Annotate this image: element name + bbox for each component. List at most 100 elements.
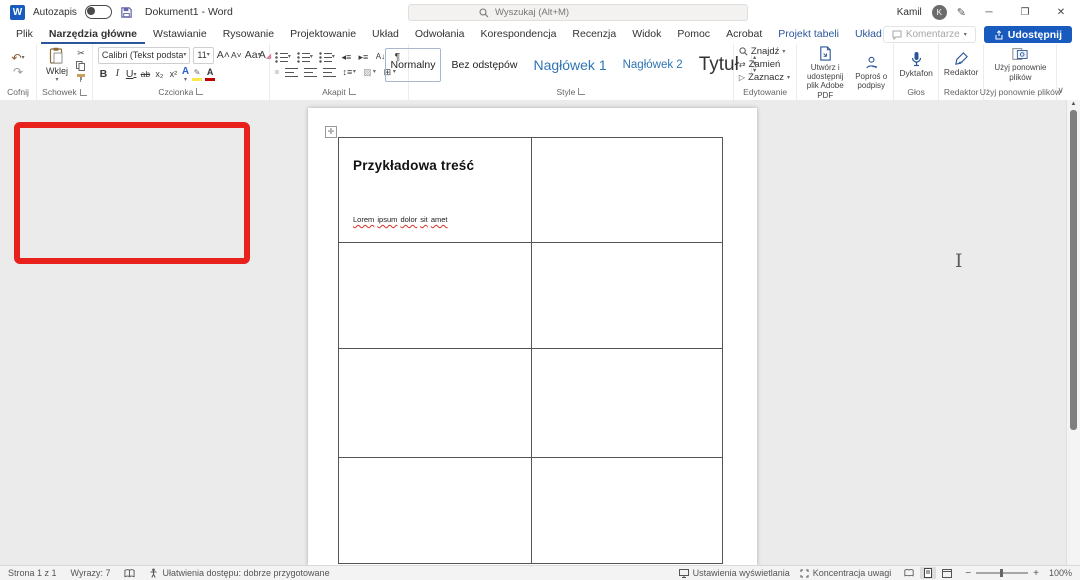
word-count[interactable]: Wyrazy: 7 bbox=[71, 568, 111, 578]
find-button[interactable]: Znajdź▾ bbox=[739, 46, 790, 57]
comments-button[interactable]: Komentarze ▾ bbox=[883, 26, 976, 43]
font-name-select[interactable]: Calibri (Tekst podsta▾ bbox=[98, 47, 191, 64]
style-naglowek-2[interactable]: Nagłówek 2 bbox=[617, 48, 689, 82]
paste-button[interactable]: Wklej ▾ bbox=[42, 46, 72, 84]
print-layout-button[interactable] bbox=[920, 567, 936, 579]
table-cell-1-1[interactable]: Przykładowa treść Lorem ipsum dolor sit … bbox=[339, 138, 532, 243]
tab-acrobat[interactable]: Acrobat bbox=[718, 24, 770, 44]
tab-plik[interactable]: Plik bbox=[8, 24, 41, 44]
page-count[interactable]: Strona 1 z 1 bbox=[8, 568, 57, 578]
italic-button[interactable]: I bbox=[112, 69, 123, 80]
ribbon-collapse-icon[interactable]: ∨ bbox=[1057, 85, 1064, 96]
table-cell-1-2[interactable] bbox=[532, 138, 723, 243]
tab-recenzja[interactable]: Recenzja bbox=[564, 24, 624, 44]
ink-pen-icon[interactable]: ✎ bbox=[957, 6, 966, 19]
table-cell-3-2[interactable] bbox=[532, 349, 723, 458]
text-effects-button[interactable]: A▾ bbox=[182, 67, 189, 83]
zoom-level[interactable]: 100% bbox=[1049, 568, 1072, 578]
vertical-scrollbar[interactable]: ▲ bbox=[1066, 100, 1080, 566]
autosave-toggle[interactable] bbox=[85, 5, 112, 19]
cut-icon[interactable]: ✂ bbox=[77, 48, 85, 59]
reuse-files-button[interactable]: Użyj ponownie plików bbox=[991, 47, 1049, 81]
scrollbar-thumb[interactable] bbox=[1070, 110, 1077, 430]
zoom-out-button[interactable]: − bbox=[965, 568, 971, 579]
superscript-button[interactable]: x² bbox=[168, 70, 179, 79]
proofing-book-icon[interactable] bbox=[124, 569, 135, 578]
zoom-in-button[interactable]: + bbox=[1033, 568, 1039, 579]
align-right-button[interactable] bbox=[304, 67, 317, 78]
focus-button[interactable]: Koncentracja uwagi bbox=[800, 568, 892, 578]
dictate-button[interactable]: Dyktafon bbox=[899, 51, 933, 79]
editor-button[interactable]: Redaktor bbox=[944, 51, 979, 78]
select-button[interactable]: ▷ Zaznacz▾ bbox=[739, 72, 790, 83]
bold-button[interactable]: B bbox=[98, 69, 109, 80]
style-naglowek-1[interactable]: Nagłówek 1 bbox=[527, 48, 612, 82]
display-settings-button[interactable]: Ustawienia wyświetlania bbox=[679, 568, 790, 578]
tab-pomoc[interactable]: Pomoc bbox=[669, 24, 718, 44]
shading-button[interactable]: ▨▾ bbox=[362, 68, 376, 77]
share-button[interactable]: Udostępnij bbox=[984, 26, 1072, 43]
tab-rysowanie[interactable]: Rysowanie bbox=[215, 24, 282, 44]
restore-button[interactable]: ❐ bbox=[1012, 0, 1038, 24]
save-icon[interactable] bbox=[120, 6, 133, 19]
redo-button[interactable]: ↷ bbox=[13, 66, 23, 78]
multilevel-list-button[interactable]: ▾ bbox=[319, 52, 335, 63]
subscript-button[interactable]: x₂ bbox=[154, 70, 165, 79]
highlight-color-button[interactable]: ✎ bbox=[192, 69, 202, 81]
user-avatar[interactable]: K bbox=[932, 5, 947, 20]
minimize-button[interactable]: ─ bbox=[976, 0, 1002, 24]
format-painter-icon[interactable] bbox=[76, 73, 86, 83]
create-pdf-button[interactable]: Utwórz i udostępnij plik Adobe PDF bbox=[802, 46, 848, 100]
tab-odwolania[interactable]: Odwołania bbox=[407, 24, 473, 44]
tab-korespondencja[interactable]: Korespondencja bbox=[473, 24, 565, 44]
replace-button[interactable]: ⇄ Zamień bbox=[739, 59, 790, 70]
clipboard-dialog-launcher[interactable] bbox=[80, 89, 87, 96]
tab-projekt-tabeli[interactable]: Projekt tabeli bbox=[770, 24, 847, 44]
table-cell-4-1[interactable] bbox=[339, 458, 532, 564]
search-input[interactable]: Wyszukaj (Alt+M) bbox=[408, 4, 748, 21]
zoom-slider[interactable] bbox=[976, 572, 1028, 574]
table-cell-4-2[interactable] bbox=[532, 458, 723, 564]
table-move-handle[interactable]: ✛ bbox=[325, 126, 337, 138]
close-button[interactable]: ✕ bbox=[1048, 0, 1074, 24]
paragraph-dialog-launcher[interactable] bbox=[349, 88, 356, 95]
table-cell-2-1[interactable] bbox=[339, 243, 532, 349]
decrease-indent-button[interactable]: ◂≡ bbox=[341, 53, 352, 62]
line-spacing-button[interactable]: ↕≡▾ bbox=[342, 68, 356, 77]
shrink-font-button[interactable]: A˅ bbox=[231, 51, 242, 60]
font-size-select[interactable]: 11▾ bbox=[193, 47, 213, 64]
increase-indent-button[interactable]: ▸≡ bbox=[358, 53, 369, 62]
justify-button[interactable] bbox=[323, 67, 336, 78]
table-cell-2-2[interactable] bbox=[532, 243, 723, 349]
styles-dialog-launcher[interactable] bbox=[578, 88, 585, 95]
style-normalny[interactable]: Normalny bbox=[385, 48, 442, 82]
accessibility-status[interactable]: Ułatwienia dostępu: dobrze przygotowane bbox=[149, 568, 329, 578]
font-dialog-launcher[interactable] bbox=[196, 88, 203, 95]
document-page[interactable]: Przykładowa treść Lorem ipsum dolor sit … bbox=[308, 108, 757, 566]
table-cell-3-1[interactable] bbox=[339, 349, 532, 458]
tab-wstawianie[interactable]: Wstawianie bbox=[145, 24, 215, 44]
tab-uklad[interactable]: Układ bbox=[364, 24, 407, 44]
undo-button[interactable]: ↶▾ bbox=[11, 52, 24, 64]
underline-button[interactable]: U▾ bbox=[126, 69, 137, 80]
scroll-up-icon[interactable]: ▲ bbox=[1067, 101, 1080, 107]
change-case-button[interactable]: Aa▾ bbox=[245, 50, 256, 61]
document-table[interactable]: Przykładowa treść Lorem ipsum dolor sit … bbox=[338, 137, 723, 564]
bullet-list-button[interactable]: ▾ bbox=[275, 52, 291, 63]
font-color-button[interactable]: A bbox=[205, 68, 215, 81]
tab-narzedzia-glowne[interactable]: Narzędzia główne bbox=[41, 24, 145, 44]
tab-widok[interactable]: Widok bbox=[624, 24, 669, 44]
strikethrough-button[interactable]: ab bbox=[140, 70, 151, 79]
numbered-list-button[interactable]: ▾ bbox=[297, 52, 313, 63]
align-left-button[interactable] bbox=[275, 70, 279, 74]
align-center-button[interactable] bbox=[285, 67, 298, 78]
request-signatures-button[interactable]: Poproś o podpisy bbox=[854, 55, 888, 90]
copy-icon[interactable] bbox=[76, 61, 85, 71]
tab-projektowanie[interactable]: Projektowanie bbox=[282, 24, 364, 44]
web-layout-button[interactable] bbox=[939, 567, 955, 579]
style-bez-odstepow[interactable]: Bez odstępów bbox=[445, 48, 523, 82]
read-mode-button[interactable] bbox=[901, 567, 917, 579]
clear-formatting-button[interactable]: A◢ bbox=[259, 50, 270, 61]
zoom-slider-thumb[interactable] bbox=[1000, 569, 1003, 577]
grow-font-button[interactable]: A˄ bbox=[217, 50, 228, 61]
